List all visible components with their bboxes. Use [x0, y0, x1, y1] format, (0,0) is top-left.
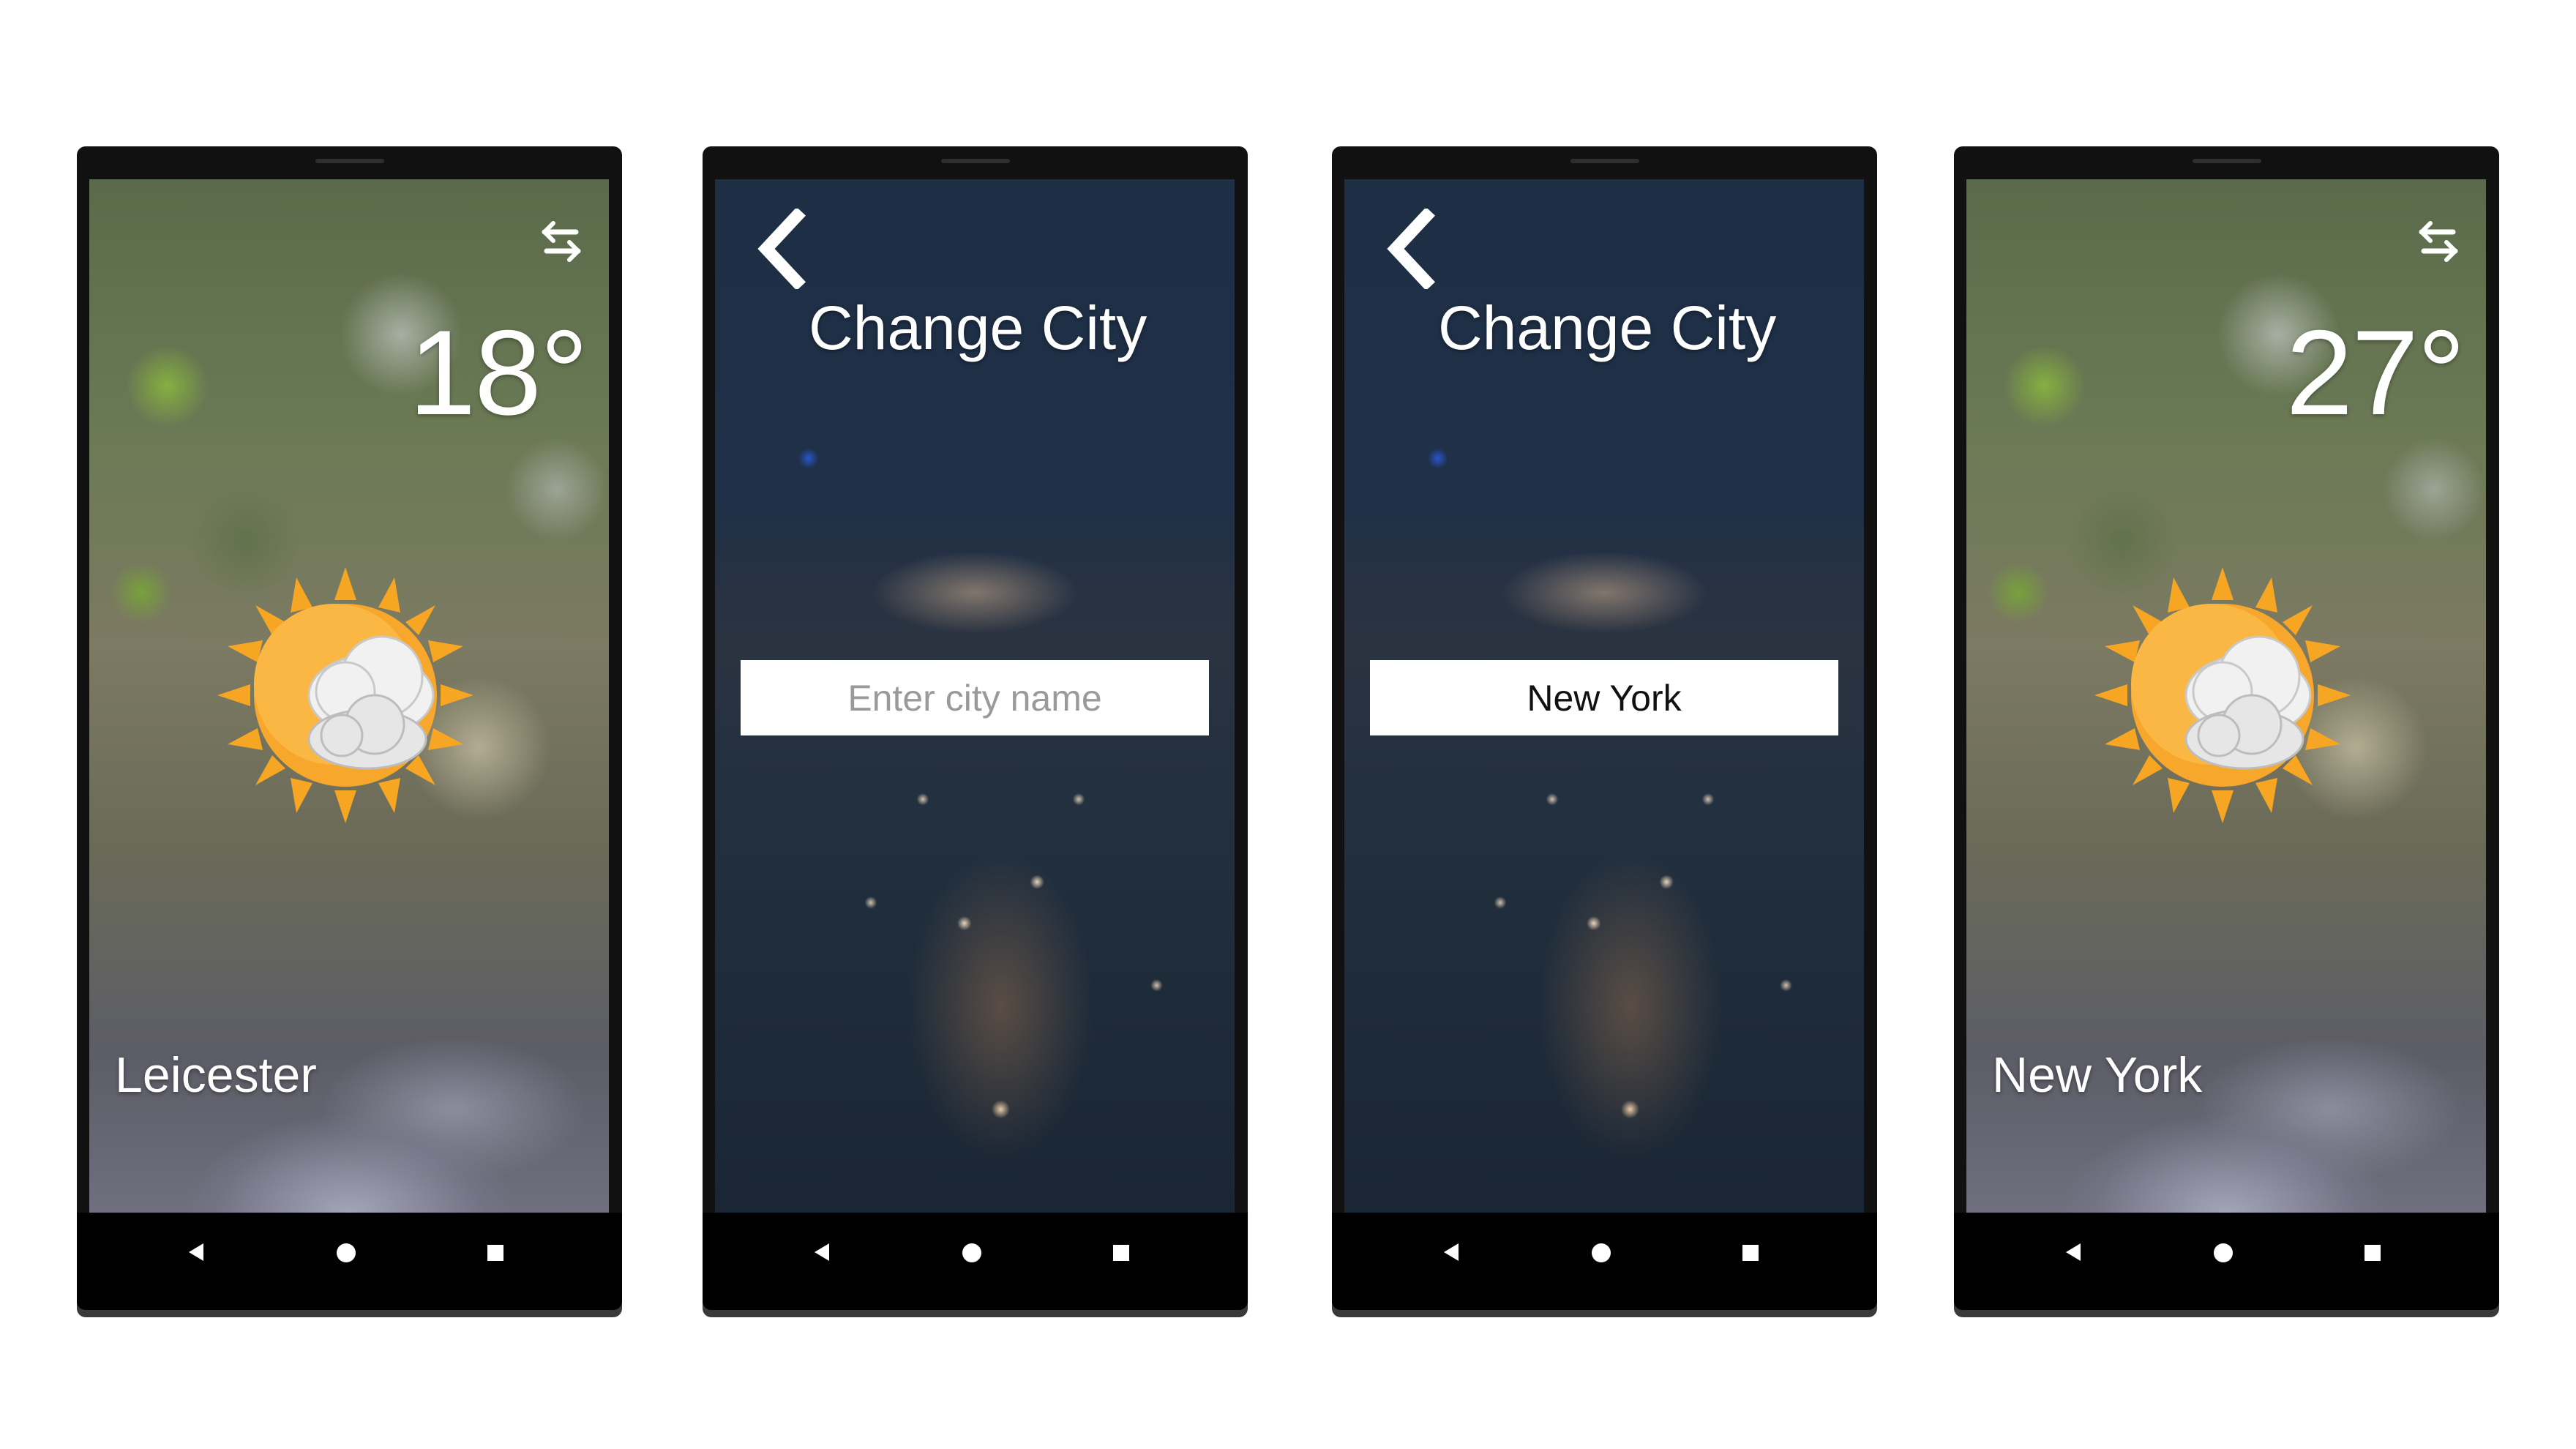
page-title: Change City: [1438, 293, 1777, 362]
change-city-screen: Change City: [715, 179, 1235, 1213]
phone-change-city-empty: Change City: [703, 146, 1248, 1310]
speaker-grille: [315, 159, 384, 163]
city-name-input[interactable]: [741, 660, 1209, 735]
city-name-label: Leicester: [115, 1047, 317, 1103]
change-city-screen: Change City: [1344, 179, 1864, 1213]
temperature-label: 27°: [2285, 305, 2465, 440]
chevron-left-icon[interactable]: [1381, 209, 1439, 289]
nav-recent-icon[interactable]: [1113, 1245, 1129, 1261]
android-nav-bar: [1954, 1213, 2499, 1310]
nav-back-icon[interactable]: [1444, 1243, 1459, 1261]
partly-cloudy-sun-icon: [217, 567, 473, 823]
android-nav-bar: [77, 1213, 622, 1310]
city-name-input[interactable]: [1370, 660, 1838, 735]
nav-back-icon[interactable]: [2066, 1243, 2081, 1261]
phone-change-city-filled: Change City: [1332, 146, 1877, 1310]
weather-screen: 18° Leicester: [89, 179, 609, 1213]
nav-home-icon[interactable]: [962, 1243, 981, 1262]
nav-back-icon[interactable]: [189, 1243, 203, 1261]
phone-weather-leicester: 18° Leicester: [77, 146, 622, 1310]
nav-recent-icon[interactable]: [487, 1245, 503, 1261]
nav-recent-icon[interactable]: [1742, 1245, 1759, 1261]
nav-back-icon[interactable]: [815, 1243, 829, 1261]
speaker-grille: [940, 159, 1010, 163]
nav-home-icon[interactable]: [337, 1243, 356, 1262]
speaker-grille: [2192, 159, 2261, 163]
swap-arrows-icon[interactable]: [2413, 216, 2464, 267]
nav-home-icon[interactable]: [1592, 1243, 1611, 1262]
nav-recent-icon[interactable]: [2365, 1245, 2381, 1261]
phone-weather-new-york: 27° New York: [1954, 146, 2499, 1310]
speaker-grille: [1570, 159, 1639, 163]
page-title: Change City: [809, 293, 1147, 362]
swap-arrows-icon[interactable]: [536, 216, 587, 267]
android-nav-bar: [1332, 1213, 1877, 1310]
temperature-label: 18°: [408, 305, 588, 440]
weather-screen: 27° New York: [1966, 179, 2486, 1213]
city-name-label: New York: [1992, 1047, 2203, 1103]
android-nav-bar: [703, 1213, 1248, 1310]
chevron-left-icon[interactable]: [752, 209, 810, 289]
partly-cloudy-sun-icon: [2094, 567, 2351, 823]
nav-home-icon[interactable]: [2214, 1243, 2233, 1262]
